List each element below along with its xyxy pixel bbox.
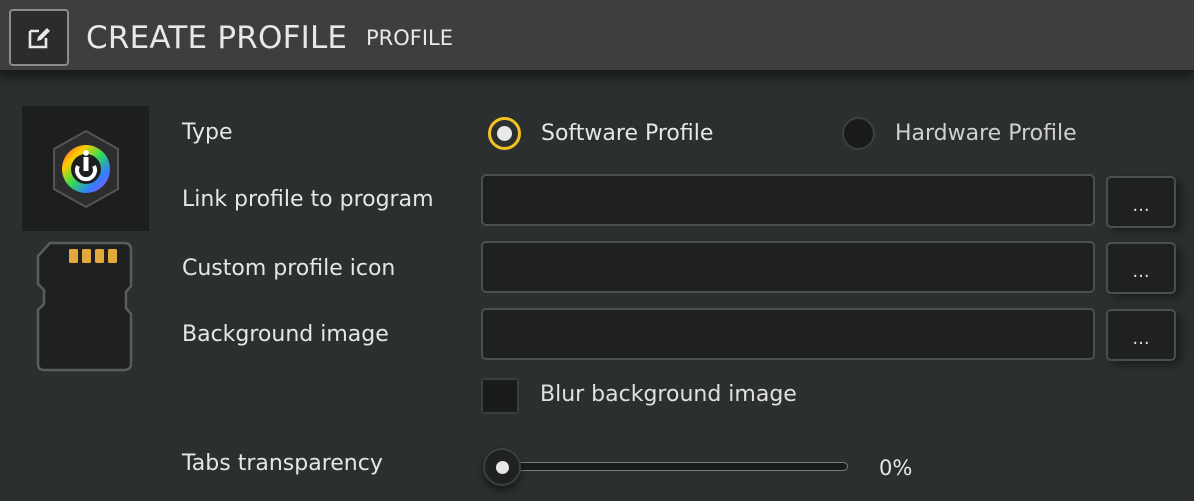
edit-icon [28,27,50,48]
blur-background-checkbox[interactable] [481,378,519,414]
custom-icon-label: Custom profile icon [182,256,396,281]
background-image-input[interactable] [481,308,1095,360]
custom-icon-browse-button[interactable]: ... [1106,242,1176,294]
device-icon [36,240,134,376]
tabs-transparency-label: Tabs transparency [182,451,383,476]
title-bar: CREATE PROFILE PROFILE [0,0,1194,72]
sd-card-icon [36,241,133,372]
background-image-label: Background image [182,322,389,347]
software-profile-radio[interactable]: Software Profile [488,116,713,150]
custom-icon-input[interactable] [481,241,1095,293]
software-profile-label: Software Profile [541,120,714,146]
radio-unselected-icon[interactable] [842,116,875,150]
page-title: CREATE PROFILE [86,20,348,56]
link-program-input[interactable] [481,174,1095,226]
page-subtitle: PROFILE [366,26,454,50]
link-program-label: Link profile to program [182,187,434,212]
type-label: Type [182,120,233,145]
link-program-browse-button[interactable]: ... [1106,176,1176,228]
profile-icon-preview[interactable] [22,106,149,231]
blur-background-label: Blur background image [540,382,797,407]
edit-profile-button[interactable] [9,9,69,66]
radio-selected-icon[interactable] [488,116,521,150]
background-image-browse-button[interactable]: ... [1106,309,1176,361]
tabs-transparency-slider-thumb[interactable] [483,448,521,486]
icue-logo-icon [52,129,119,208]
hardware-profile-label: Hardware Profile [895,120,1077,146]
hardware-profile-radio[interactable]: Hardware Profile [842,116,1077,150]
tabs-transparency-value: 0% [879,456,913,480]
tabs-transparency-slider-track[interactable] [501,462,848,471]
